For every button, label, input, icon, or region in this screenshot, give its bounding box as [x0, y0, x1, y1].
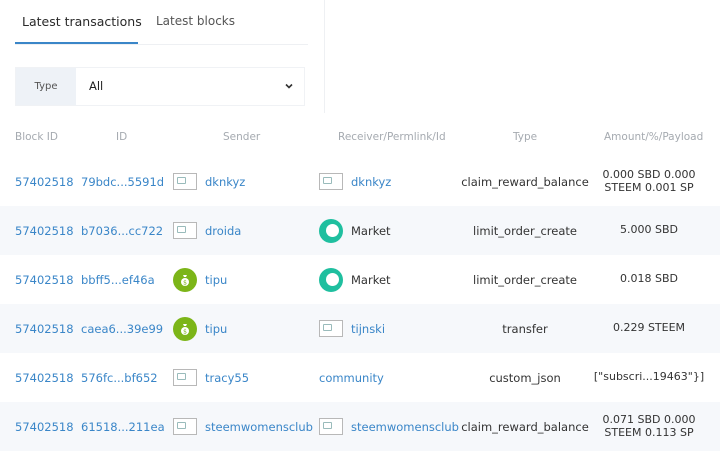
block-id-link[interactable]: 57402518	[15, 157, 74, 206]
chevron-down-icon	[285, 83, 293, 89]
table-row: 57402518 576fc...bf652 tracy55 community…	[0, 353, 720, 402]
amount-line: 0.000 SBD 0.000	[602, 167, 696, 181]
transaction-id-link[interactable]: caea6...39e99	[81, 304, 163, 353]
receiver-label: Market	[351, 223, 391, 238]
sender-avatar-icon	[173, 418, 197, 435]
amount-cell: 0.000 SBD 0.000 STEEM 0.001 SP	[594, 157, 704, 206]
sender-link[interactable]: steemwomensclub	[205, 420, 313, 434]
operation-type: custom_json	[489, 370, 561, 385]
tab-latest-transactions[interactable]: Latest transactions	[22, 14, 142, 29]
block-id-link[interactable]: 57402518	[15, 353, 74, 402]
receiver-link[interactable]: dknkyz	[351, 175, 391, 189]
table-row: 57402518 61518...211ea steemwomensclub s…	[0, 402, 720, 451]
sender-link[interactable]: droida	[205, 224, 241, 238]
receiver-label: Market	[351, 272, 391, 287]
sender-link[interactable]: tracy55	[205, 371, 249, 385]
operation-type: claim_reward_balance	[461, 174, 589, 189]
active-tab-indicator	[15, 42, 138, 44]
amount-cell: 0.071 SBD 0.000 STEEM 0.113 SP	[594, 402, 704, 451]
header-amount: Amount/%/Payload	[604, 131, 704, 143]
table-row: 57402518 bbff5...ef46a $ tipu Market lim…	[0, 255, 720, 304]
type-filter-select[interactable]: Type All	[15, 67, 305, 106]
transaction-id-link[interactable]: b7036...cc722	[81, 206, 163, 255]
table-row: 57402518 caea6...39e99 $ tipu tijnski tr…	[0, 304, 720, 353]
table-header: Block ID ID Sender Receiver/Permlink/Id …	[0, 125, 720, 149]
amount-cell: 0.229 STEEM	[612, 321, 686, 335]
table-row: 57402518 b7036...cc722 droida Market lim…	[0, 206, 720, 255]
receiver-avatar-icon	[319, 418, 343, 435]
market-icon	[319, 218, 343, 243]
receiver-avatar-icon	[319, 320, 343, 337]
amount-line: STEEM 0.001 SP	[604, 180, 694, 194]
operation-type: claim_reward_balance	[461, 419, 589, 434]
sender-link[interactable]: dknkyz	[205, 175, 245, 189]
tab-latest-blocks[interactable]: Latest blocks	[156, 14, 235, 28]
svg-text:$: $	[183, 328, 187, 335]
vertical-divider	[324, 0, 325, 113]
transaction-id-link[interactable]: 79bdc...5591d	[81, 157, 164, 206]
svg-text:$: $	[183, 279, 187, 286]
receiver-link[interactable]: community	[319, 353, 384, 402]
sender-link[interactable]: tipu	[205, 273, 227, 287]
amount-cell: 0.018 SBD	[620, 272, 678, 286]
sender-avatar-icon	[173, 173, 197, 190]
header-id: ID	[116, 131, 128, 143]
sender-link[interactable]: tipu	[205, 322, 227, 336]
block-id-link[interactable]: 57402518	[15, 402, 74, 451]
receiver-link[interactable]: steemwomensclub	[351, 420, 459, 434]
type-filter-value: All	[89, 79, 104, 93]
money-bag-icon: $	[173, 267, 197, 292]
header-receiver: Receiver/Permlink/Id	[338, 131, 446, 143]
header-block-id: Block ID	[15, 131, 58, 143]
block-id-link[interactable]: 57402518	[15, 255, 74, 304]
transaction-id-link[interactable]: 61518...211ea	[81, 402, 165, 451]
transaction-id-link[interactable]: 576fc...bf652	[81, 353, 158, 402]
type-filter-label: Type	[16, 68, 76, 105]
block-id-link[interactable]: 57402518	[15, 304, 74, 353]
amount-line: STEEM 0.113 SP	[604, 425, 694, 439]
amount-cell: 5.000 SBD	[620, 223, 678, 237]
money-bag-icon: $	[173, 316, 197, 341]
amount-line: 0.071 SBD 0.000	[602, 412, 696, 426]
amount-cell: ["subscri...19463"}]	[593, 370, 705, 384]
block-id-link[interactable]: 57402518	[15, 206, 74, 255]
receiver-avatar-icon	[319, 173, 343, 190]
operation-type: limit_order_create	[473, 223, 577, 238]
market-icon	[319, 267, 343, 292]
transaction-id-link[interactable]: bbff5...ef46a	[81, 255, 155, 304]
table-row: 57402518 79bdc...5591d dknkyz dknkyz cla…	[0, 157, 720, 206]
header-type: Type	[513, 131, 538, 143]
sender-avatar-icon	[173, 222, 197, 239]
receiver-link[interactable]: tijnski	[351, 322, 385, 336]
operation-type: limit_order_create	[473, 272, 577, 287]
operation-type: transfer	[502, 321, 548, 336]
sender-avatar-icon	[173, 369, 197, 386]
tab-bar: Latest transactions Latest blocks	[15, 0, 308, 45]
header-sender: Sender	[223, 131, 261, 143]
